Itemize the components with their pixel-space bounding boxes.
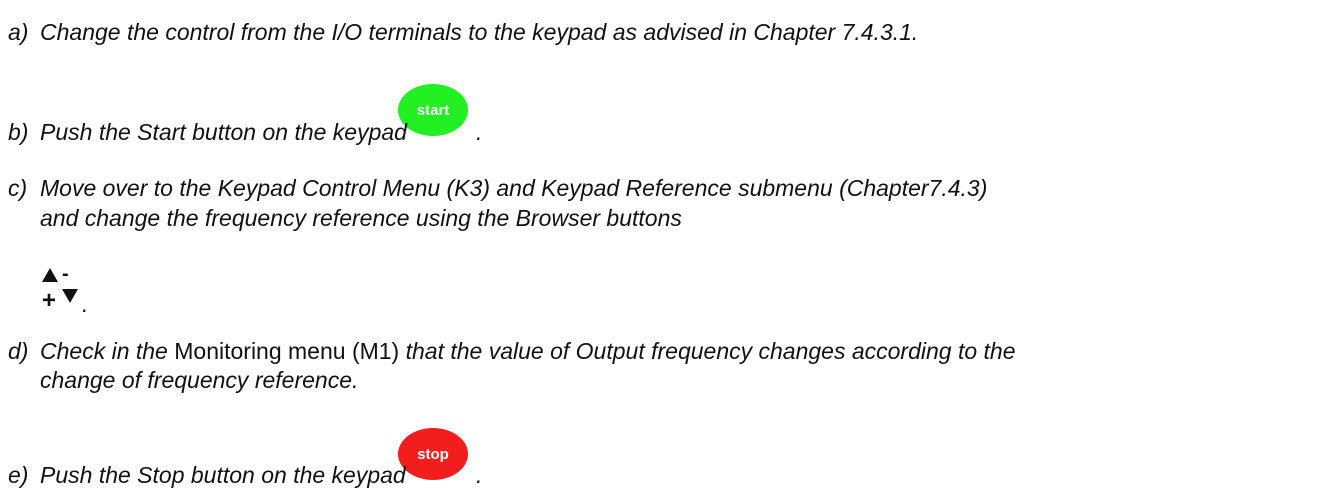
step-d-line1: d) Check in the Monitoring menu (M1) that…: [8, 337, 1016, 365]
start-button-label: start: [416, 101, 450, 119]
step-marker: d): [8, 338, 29, 364]
step-marker: b): [8, 119, 29, 145]
step-text-pre: Check in the: [40, 338, 175, 364]
monitoring-menu-label: Monitoring menu (M1): [174, 338, 400, 364]
step-text: Push the Stop button on the keypad: [40, 462, 406, 488]
minus-sign: -: [62, 263, 69, 285]
down-arrow-icon[interactable]: [62, 289, 78, 303]
step-b: b) Push the Start button on the keypad: [8, 118, 407, 146]
step-marker: c): [8, 175, 28, 201]
step-text: Move over to the Keypad Control Menu (K3…: [40, 175, 988, 201]
step-text-post: that the value of Output frequency chang…: [399, 338, 1016, 364]
step-text: Push the Start button on the keypad: [40, 119, 407, 145]
step-c-line1: c) Move over to the Keypad Control Menu (…: [8, 174, 987, 202]
step-marker: e): [8, 462, 29, 488]
step-a: a) Change the control from the I/O termin…: [8, 18, 918, 46]
stop-button-label: stop: [417, 445, 449, 463]
step-marker: a): [8, 19, 29, 45]
step-text: Change the control from the I/O terminal…: [40, 19, 919, 45]
step-b-end: .: [476, 119, 483, 145]
up-arrow-icon[interactable]: [42, 268, 58, 282]
step-c-line2: and change the frequency reference using…: [40, 205, 682, 231]
step-d-line2: change of frequency reference.: [40, 367, 359, 393]
stop-button[interactable]: stop: [398, 428, 468, 480]
start-button[interactable]: start: [398, 84, 468, 136]
plus-sign: +: [42, 287, 56, 314]
browser-buttons[interactable]: - +: [40, 262, 80, 314]
step-e: e) Push the Stop button on the keypad: [8, 461, 406, 489]
step-c-end: .: [82, 291, 89, 317]
step-e-end: .: [476, 462, 483, 488]
